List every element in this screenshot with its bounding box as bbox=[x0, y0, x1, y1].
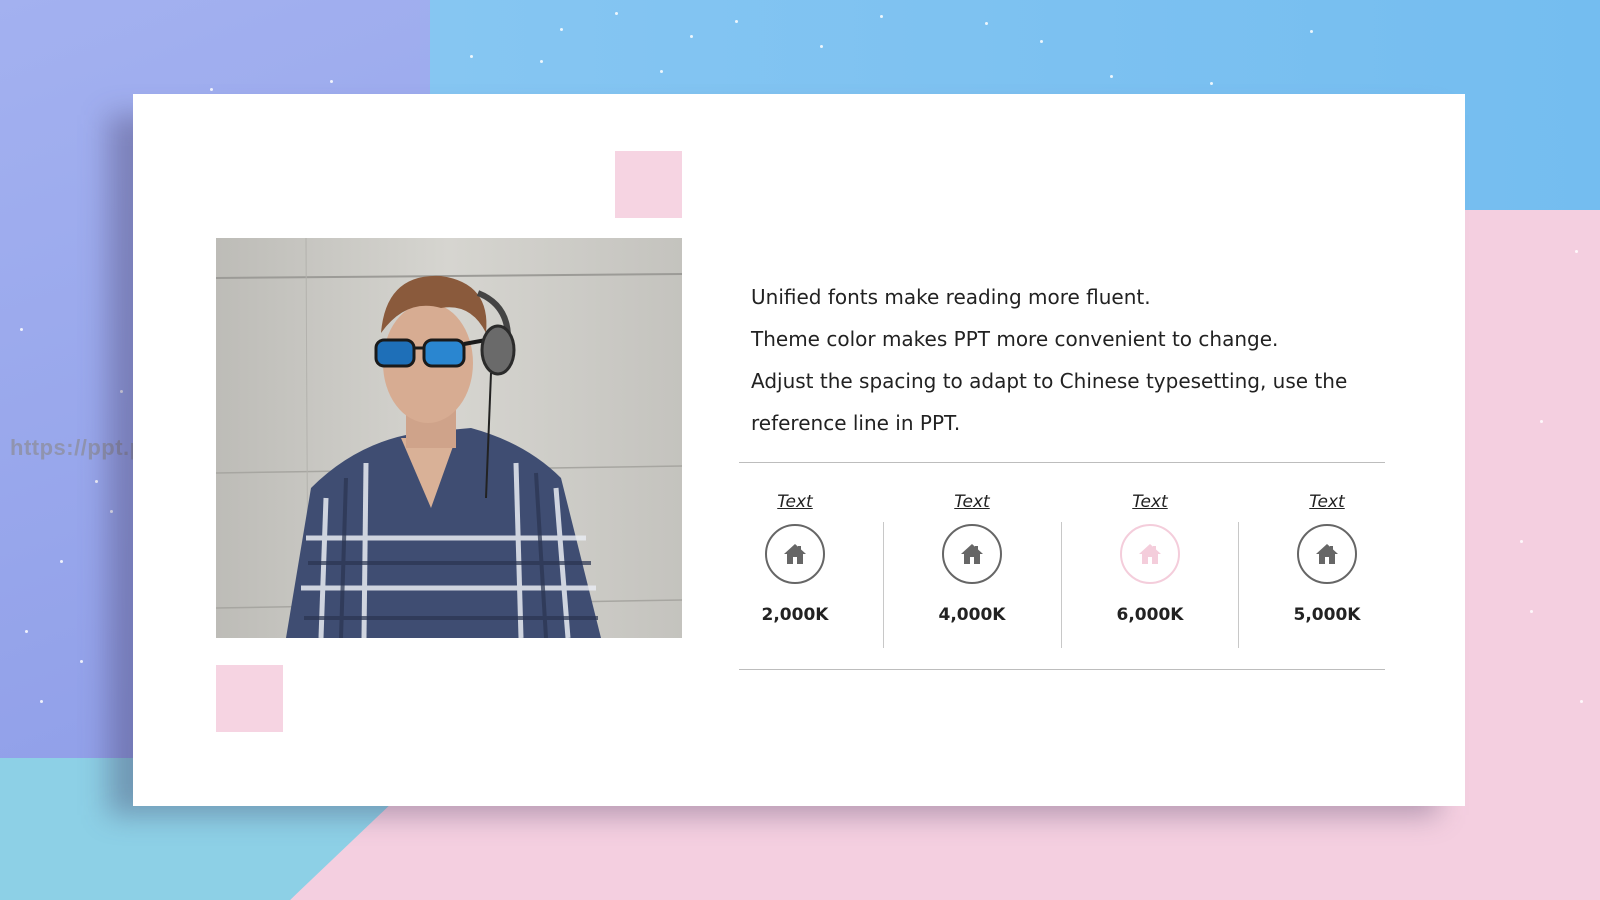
sparkle-dot bbox=[470, 55, 473, 58]
stat-value: 5,000K bbox=[1293, 605, 1361, 625]
stat-separator bbox=[883, 522, 884, 648]
body-text-line: reference line in PPT. bbox=[751, 411, 961, 435]
stat-label: Text bbox=[1309, 492, 1345, 512]
stat-label: Text bbox=[777, 492, 813, 512]
house-icon bbox=[765, 524, 825, 584]
stat-item: Text 5,000K bbox=[1267, 492, 1387, 625]
sparkle-dot bbox=[985, 22, 988, 25]
sparkle-dot bbox=[1210, 82, 1213, 85]
stat-separator bbox=[1061, 522, 1062, 648]
sparkle-dot bbox=[25, 630, 28, 633]
divider-line bbox=[739, 669, 1385, 670]
man-with-headphones-photo bbox=[216, 238, 682, 638]
stat-label: Text bbox=[1132, 492, 1168, 512]
sparkle-dot bbox=[1310, 30, 1313, 33]
sparkle-dot bbox=[210, 88, 213, 91]
sparkle-dot bbox=[1580, 700, 1583, 703]
stat-label: Text bbox=[954, 492, 990, 512]
sparkle-dot bbox=[20, 328, 23, 331]
house-icon bbox=[942, 524, 1002, 584]
sparkle-dot bbox=[560, 28, 563, 31]
stat-item: Text 6,000K bbox=[1090, 492, 1210, 625]
sparkle-dot bbox=[40, 700, 43, 703]
sparkle-dot bbox=[330, 80, 333, 83]
stat-value: 6,000K bbox=[1116, 605, 1184, 625]
sparkle-dot bbox=[1520, 540, 1523, 543]
sparkle-dot bbox=[615, 12, 618, 15]
sparkle-dot bbox=[660, 70, 663, 73]
slide-card: Unified fonts make reading more fluent. … bbox=[133, 94, 1465, 806]
stat-value: 4,000K bbox=[938, 605, 1006, 625]
sparkle-dot bbox=[735, 20, 738, 23]
sparkle-dot bbox=[80, 660, 83, 663]
sparkle-dot bbox=[1575, 250, 1578, 253]
house-icon bbox=[1120, 524, 1180, 584]
pink-square-decoration bbox=[615, 151, 682, 218]
sparkle-dot bbox=[60, 560, 63, 563]
pink-square-decoration bbox=[216, 665, 283, 732]
photo-illustration bbox=[216, 238, 682, 638]
stat-separator bbox=[1238, 522, 1239, 648]
sparkle-dot bbox=[820, 45, 823, 48]
sparkle-dot bbox=[1040, 40, 1043, 43]
sparkle-dot bbox=[1540, 420, 1543, 423]
sparkle-dot bbox=[690, 35, 693, 38]
stat-item: Text 2,000K bbox=[735, 492, 855, 625]
sparkle-dot bbox=[95, 480, 98, 483]
body-text-line: Theme color makes PPT more convenient to… bbox=[751, 327, 1279, 351]
stat-item: Text 4,000K bbox=[912, 492, 1032, 625]
stat-value: 2,000K bbox=[761, 605, 829, 625]
sparkle-dot bbox=[1110, 75, 1113, 78]
house-icon bbox=[1297, 524, 1357, 584]
sparkle-dot bbox=[880, 15, 883, 18]
body-text-line: Adjust the spacing to adapt to Chinese t… bbox=[751, 369, 1348, 393]
sparkle-dot bbox=[540, 60, 543, 63]
body-text-block: Unified fonts make reading more fluent. … bbox=[751, 276, 1391, 444]
divider-line bbox=[739, 462, 1385, 463]
body-text-line: Unified fonts make reading more fluent. bbox=[751, 285, 1151, 309]
sparkle-dot bbox=[1530, 610, 1533, 613]
